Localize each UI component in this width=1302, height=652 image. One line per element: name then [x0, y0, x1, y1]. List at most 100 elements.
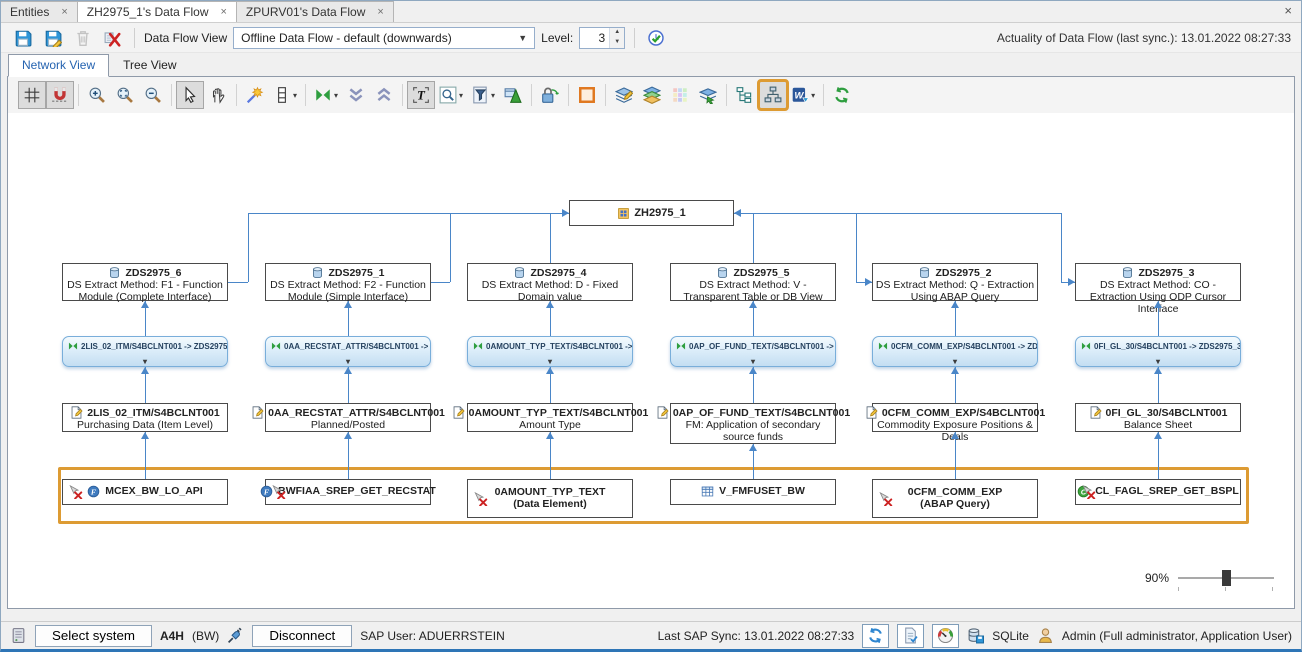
- datasource-node[interactable]: 0AA_RECSTAT_ATTR/S4BCLNT001Planned/Poste…: [265, 403, 431, 432]
- diagram-canvas[interactable]: ZH2975_1 90% ZDS2975_6DS Extract Method:…: [8, 113, 1294, 608]
- tab-zpurv01-data-flow[interactable]: ZPURV01's Data Flow ×: [236, 1, 394, 22]
- zoom-out-button[interactable]: [139, 81, 167, 109]
- connector-arrow: [141, 432, 149, 439]
- table-icon: [701, 485, 714, 498]
- sync-check-button[interactable]: [644, 26, 668, 50]
- datastore-node[interactable]: ZDS2975_5DS Extract Method: V - Transpar…: [670, 263, 836, 301]
- close-icon[interactable]: ×: [1284, 4, 1292, 17]
- zoom-slider-handle[interactable]: [1222, 570, 1231, 586]
- frame-color-button[interactable]: [573, 81, 601, 109]
- connector-arrow: [951, 432, 959, 439]
- collapse-indicator-icon[interactable]: ▾: [751, 357, 755, 367]
- transformation-icon: [1081, 341, 1091, 351]
- transformation-node[interactable]: 0AMOUNT_TYP_TEXT/S4BCLNT001 -> ZDS2975_4…: [467, 336, 633, 367]
- toolbar-separator: [402, 84, 403, 106]
- collapse-indicator-icon[interactable]: ▾: [953, 357, 957, 367]
- chevron-down-icon[interactable]: ▾: [811, 91, 815, 100]
- layers-color-button[interactable]: [638, 81, 666, 109]
- node-title: ZDS2975_1: [266, 266, 430, 279]
- close-icon[interactable]: ×: [220, 7, 226, 18]
- save-button[interactable]: [11, 26, 35, 50]
- select-button[interactable]: [176, 81, 204, 109]
- merge-collapse-button[interactable]: ▾: [310, 81, 342, 109]
- connector-line: [348, 432, 349, 479]
- node-title: ZDS2975_2: [873, 266, 1037, 279]
- delete-button[interactable]: [71, 26, 95, 50]
- select-system-button[interactable]: Select system: [35, 625, 152, 647]
- layers-export-button[interactable]: [694, 81, 722, 109]
- filter-button[interactable]: ▾: [467, 81, 499, 109]
- transformation-label: 0FI_GL_30/S4BCLNT001 -> ZDS2975_3: [1094, 342, 1240, 351]
- chevron-down-icon[interactable]: ▾: [334, 91, 338, 100]
- tab-zh2975-data-flow[interactable]: ZH2975_1's Data Flow ×: [77, 1, 237, 22]
- search-button[interactable]: ▾: [435, 81, 467, 109]
- expand-all-button[interactable]: [370, 81, 398, 109]
- datastore-node[interactable]: ZDS2975_4DS Extract Method: D - Fixed Do…: [467, 263, 633, 301]
- sync-refresh-button[interactable]: [862, 624, 889, 648]
- snap-button[interactable]: [46, 81, 74, 109]
- source-object-node[interactable]: FMCEX_BW_LO_API: [62, 479, 228, 505]
- magic-wand-button[interactable]: [241, 81, 269, 109]
- chevron-down-icon[interactable]: ▾: [293, 91, 297, 100]
- disconnect-button[interactable]: Disconnect: [252, 625, 352, 647]
- save-as-button[interactable]: [41, 26, 65, 50]
- collapse-indicator-icon[interactable]: ▾: [346, 357, 350, 367]
- datasource-node[interactable]: 0CFM_COMM_EXP/S4BCLNT001Commodity Exposu…: [872, 403, 1038, 432]
- layers-edit-button[interactable]: [610, 81, 638, 109]
- zoom-fit-button[interactable]: [111, 81, 139, 109]
- datastore-node[interactable]: ZDS2975_2DS Extract Method: Q - Extracti…: [872, 263, 1038, 301]
- datasource-node[interactable]: 0FI_GL_30/S4BCLNT001Balance Sheet: [1075, 403, 1241, 432]
- source-object-node[interactable]: 0CFM_COMM_EXP(ABAP Query): [872, 479, 1038, 518]
- level-stepper[interactable]: 3 ▲▼: [579, 27, 625, 49]
- spin-down-icon[interactable]: ▼: [610, 38, 624, 48]
- connector-line: [1061, 213, 1062, 282]
- root-node[interactable]: ZH2975_1: [569, 200, 734, 226]
- fit-selection-button[interactable]: [499, 81, 527, 109]
- source-object-node[interactable]: V_FMFUSET_BW: [670, 479, 836, 505]
- transformation-node[interactable]: 0AA_RECSTAT_ATTR/S4BCLNT001 -> ZDS2975_1…: [265, 336, 431, 367]
- collapse-indicator-icon[interactable]: ▾: [143, 357, 147, 367]
- tab-network-view[interactable]: Network View: [8, 54, 109, 77]
- refresh-button[interactable]: [828, 81, 856, 109]
- close-icon[interactable]: ×: [61, 7, 67, 18]
- collapse-indicator-icon[interactable]: ▾: [548, 357, 552, 367]
- orgchart-compact-button[interactable]: [731, 81, 759, 109]
- datasource-node[interactable]: 0AMOUNT_TYP_TEXT/S4BCLNT001Amount Type: [467, 403, 633, 432]
- datastore-node[interactable]: ZDS2975_1DS Extract Method: F2 - Functio…: [265, 263, 431, 301]
- log-button[interactable]: [897, 624, 924, 648]
- transformation-node[interactable]: 0CFM_COMM_EXP/S4BCLNT001 -> ZDS2975_2▾: [872, 336, 1038, 367]
- data-flow-view-select[interactable]: Offline Data Flow - default (downwards) …: [233, 27, 535, 49]
- last-sync-text: Last SAP Sync: 13.01.2022 08:27:33: [658, 629, 855, 643]
- layout-vertical-button[interactable]: ▾: [269, 81, 301, 109]
- node-description: Amount Type: [468, 419, 632, 431]
- collapse-indicator-icon[interactable]: ▾: [1156, 357, 1160, 367]
- tab-tree-view[interactable]: Tree View: [109, 54, 190, 77]
- zoom-in-button[interactable]: [83, 81, 111, 109]
- pan-button[interactable]: [204, 81, 232, 109]
- source-object-node[interactable]: CCL_FAGL_SREP_GET_BSPL: [1075, 479, 1241, 505]
- chevron-down-icon[interactable]: ▾: [491, 91, 495, 100]
- transformation-node[interactable]: 0FI_GL_30/S4BCLNT001 -> ZDS2975_3 ▾: [1075, 336, 1241, 367]
- spin-up-icon[interactable]: ▲: [610, 28, 624, 38]
- source-object-node[interactable]: FBWFIAA_SREP_GET_RECSTAT: [265, 479, 431, 505]
- remove-button[interactable]: [101, 26, 125, 50]
- collapse-all-button[interactable]: [342, 81, 370, 109]
- grid-button[interactable]: [18, 81, 46, 109]
- tab-entities[interactable]: Entities ×: [0, 1, 78, 22]
- transformation-node[interactable]: 0AP_OF_FUND_TEXT/S4BCLNT001 -> ZDS2975_5…: [670, 336, 836, 367]
- datasource-node[interactable]: 2LIS_02_ITM/S4BCLNT001Purchasing Data (I…: [62, 403, 228, 432]
- chevron-down-icon[interactable]: ▾: [459, 91, 463, 100]
- source-object-node[interactable]: 0AMOUNT_TYP_TEXT(Data Element): [467, 479, 633, 518]
- word-export-button[interactable]: W▾: [787, 81, 819, 109]
- text-tool-button[interactable]: T: [407, 81, 435, 109]
- datastore-node[interactable]: ZDS2975_3DS Extract Method: CO - Extract…: [1075, 263, 1241, 301]
- transformation-node[interactable]: 2LIS_02_ITM/S4BCLNT001 -> ZDS2975_6▾: [62, 336, 228, 367]
- lock-refresh-button[interactable]: [536, 81, 564, 109]
- orgchart-tree-button[interactable]: [759, 81, 787, 109]
- close-icon[interactable]: ×: [377, 7, 383, 18]
- datastore-node[interactable]: ZDS2975_6DS Extract Method: F1 - Functio…: [62, 263, 228, 301]
- performance-button[interactable]: [932, 624, 959, 648]
- datasource-node[interactable]: 0AP_OF_FUND_TEXT/S4BCLNT001FM: Applicati…: [670, 403, 836, 444]
- zoom-slider[interactable]: [1178, 571, 1274, 585]
- color-palette-button[interactable]: [666, 81, 694, 109]
